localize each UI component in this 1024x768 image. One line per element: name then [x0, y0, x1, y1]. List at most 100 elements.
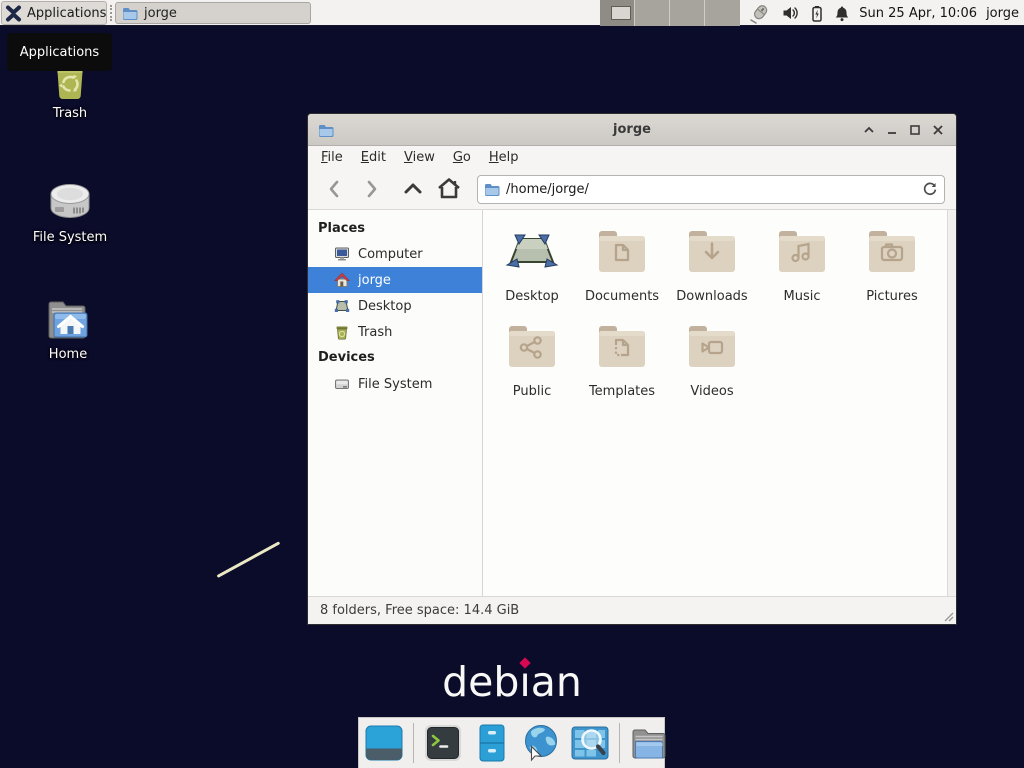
desktop-icon: [334, 298, 350, 314]
web-browser-globe-icon[interactable]: [521, 723, 561, 763]
pictures-folder-icon: [847, 228, 937, 276]
folder-item-templates[interactable]: Templates: [577, 323, 667, 418]
clock[interactable]: Sun 25 Apr, 10:06: [859, 6, 977, 21]
dock-separator: [413, 723, 414, 763]
places-header: Places: [308, 217, 482, 241]
folder-item-public[interactable]: Public: [487, 323, 577, 418]
trash-icon: [334, 324, 350, 340]
folder-item-pictures[interactable]: Pictures: [847, 228, 937, 323]
vertical-scrollbar[interactable]: [947, 210, 956, 596]
folder-item-desktop[interactable]: Desktop: [487, 228, 577, 323]
statusbar-text: 8 folders, Free space: 14.4 GiB: [320, 603, 519, 618]
folder-view: Desktop Documents: [483, 210, 947, 596]
path-input[interactable]: [506, 182, 916, 197]
documents-folder-icon: [577, 228, 667, 276]
desktop-icon-file-system[interactable]: File System: [22, 178, 118, 245]
folder-label: Templates: [577, 384, 667, 399]
folder-window-icon[interactable]: [629, 723, 669, 763]
folder-item-videos[interactable]: Videos: [667, 323, 757, 418]
mouse-settings-icon[interactable]: [747, 2, 773, 24]
folder-item-documents[interactable]: Documents: [577, 228, 667, 323]
menu-edit[interactable]: Edit: [361, 150, 386, 165]
close-button[interactable]: [930, 122, 946, 138]
applications-menu-label: Applications: [27, 6, 106, 21]
folder-icon: [484, 181, 500, 197]
sidebar-item-desktop[interactable]: Desktop: [308, 293, 482, 319]
shade-button[interactable]: [861, 122, 877, 138]
taskbar-window-button[interactable]: jorge: [115, 2, 311, 24]
menu-help[interactable]: Help: [489, 150, 519, 165]
menubar: File Edit View Go Help: [308, 146, 956, 169]
location-bar[interactable]: [477, 175, 945, 204]
back-button[interactable]: [319, 174, 351, 204]
folder-item-music[interactable]: Music: [757, 228, 847, 323]
reload-icon[interactable]: [922, 181, 938, 197]
sidebar-item-trash[interactable]: Trash: [308, 319, 482, 345]
public-folder-icon: [487, 323, 577, 371]
workspace-4[interactable]: [705, 0, 740, 26]
home-folder-icon: [20, 296, 116, 342]
maximize-button[interactable]: [907, 122, 923, 138]
menu-go[interactable]: Go: [453, 150, 471, 165]
window-content: Places Computer: [308, 210, 956, 596]
computer-icon: [334, 246, 350, 262]
menu-file[interactable]: File: [321, 150, 343, 165]
panel-separator-handle: [110, 5, 112, 21]
session-user-label[interactable]: jorge: [986, 6, 1019, 21]
videos-folder-icon: [667, 323, 757, 371]
menu-view[interactable]: View: [404, 150, 435, 165]
resize-grip[interactable]: [944, 612, 954, 622]
templates-folder-icon: [577, 323, 667, 371]
forward-button[interactable]: [355, 174, 387, 204]
folder-label: Documents: [577, 289, 667, 304]
up-button[interactable]: [397, 174, 429, 204]
desktop-icon-label: Trash: [22, 106, 118, 121]
debian-logo: debıan: [412, 662, 612, 703]
folder-item-downloads[interactable]: Downloads: [667, 228, 757, 323]
desktop-icon-home[interactable]: Home: [20, 296, 116, 362]
sidebar-item-file-system[interactable]: File System: [308, 371, 482, 397]
applications-tooltip-text: Applications: [20, 45, 99, 60]
folder-label: Music: [757, 289, 847, 304]
application-finder-icon[interactable]: [570, 723, 610, 763]
sidebar-item-jorge[interactable]: jorge: [308, 267, 482, 293]
minimize-button[interactable]: [884, 122, 900, 138]
applications-menu-button[interactable]: Applications: [1, 1, 107, 25]
folder-label: Downloads: [667, 289, 757, 304]
folder-label: Pictures: [847, 289, 937, 304]
window-title: jorge: [308, 122, 956, 137]
applications-tooltip: Applications: [7, 33, 112, 71]
file-cabinet-icon[interactable]: [472, 723, 512, 763]
folder-label: Videos: [667, 384, 757, 399]
workspace-1[interactable]: [600, 0, 635, 26]
side-pane: Places Computer: [308, 210, 483, 596]
titlebar[interactable]: jorge: [308, 114, 956, 146]
terminal-icon[interactable]: [423, 723, 463, 763]
bottom-dock: [358, 717, 665, 768]
cursor-artifact: [217, 541, 281, 578]
debian-logo-i: ı: [519, 658, 530, 706]
sidebar-item-label: Desktop: [358, 299, 412, 314]
notifications-bell-icon[interactable]: [834, 5, 850, 22]
workspace-pager: [600, 0, 742, 26]
show-desktop-icon[interactable]: [364, 723, 404, 763]
taskbar-window-label: jorge: [144, 6, 177, 21]
dock-separator: [619, 723, 620, 763]
volume-icon[interactable]: [782, 5, 800, 21]
drive-icon: [334, 376, 350, 392]
system-tray: Sun 25 Apr, 10:06 jorge: [747, 0, 1019, 26]
desktop-special-icon: [487, 228, 577, 276]
debian-logo-text: an: [531, 658, 582, 706]
battery-icon[interactable]: [809, 5, 825, 22]
workspace-2[interactable]: [635, 0, 670, 26]
sidebar-item-label: Computer: [358, 247, 423, 262]
desktop-icon-label: Home: [20, 347, 116, 362]
workspace-3[interactable]: [670, 0, 705, 26]
home-button[interactable]: [433, 174, 465, 204]
home-icon: [334, 272, 350, 288]
xfce-applications-icon: [5, 5, 22, 22]
sidebar-item-computer[interactable]: Computer: [308, 241, 482, 267]
music-folder-icon: [757, 228, 847, 276]
sidebar-item-label: jorge: [358, 273, 391, 288]
statusbar: 8 folders, Free space: 14.4 GiB: [308, 596, 956, 624]
